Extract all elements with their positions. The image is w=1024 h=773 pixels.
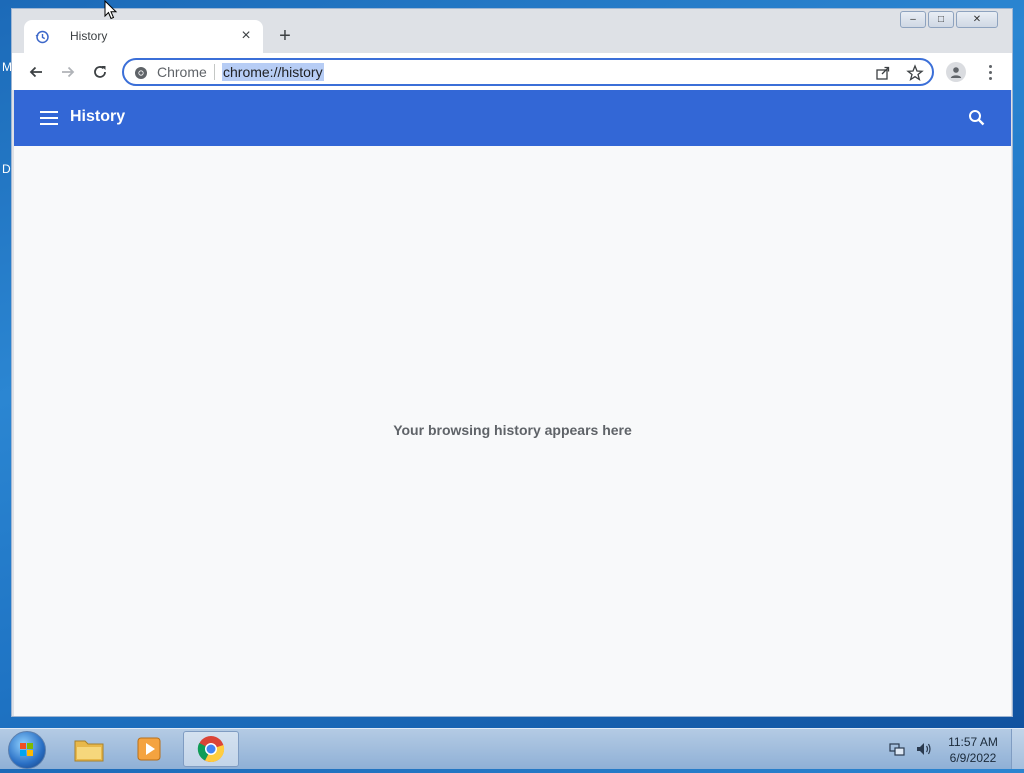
chrome-icon [197, 736, 225, 763]
search-icon[interactable] [967, 108, 987, 128]
tab-close-icon[interactable]: × [237, 27, 255, 45]
bookmark-star-icon[interactable] [906, 64, 924, 82]
forward-button[interactable] [56, 60, 80, 84]
browser-toolbar: Chrome chrome://history [12, 53, 1012, 90]
url-text[interactable]: chrome://history [222, 63, 324, 81]
tab-title: History [70, 29, 108, 43]
new-tab-button[interactable]: + [274, 26, 296, 48]
dot-icon [988, 70, 992, 74]
show-desktop-button[interactable] [1011, 729, 1024, 769]
address-bar[interactable]: Chrome chrome://history [122, 58, 934, 86]
network-icon[interactable] [889, 741, 905, 757]
system-tray [889, 741, 933, 757]
reload-icon [94, 66, 106, 78]
reload-button[interactable] [88, 60, 112, 84]
back-button[interactable] [24, 60, 48, 84]
windows-explorer-icon [74, 740, 104, 762]
desktop-icon-label-d: D [2, 162, 11, 176]
history-page: History Your browsing history appears he… [14, 90, 1011, 716]
taskbar-explorer-button[interactable] [61, 731, 117, 767]
maximize-button[interactable]: □ [928, 11, 954, 28]
chrome-site-icon [135, 67, 147, 79]
taskbar-clock[interactable]: 11:57 AM 6/9/2022 [940, 734, 1006, 766]
omnibox-divider [214, 64, 215, 80]
close-window-button[interactable]: ✕ [956, 11, 998, 28]
browser-window: History × + – □ ✕ Chrome chrome://histor… [11, 8, 1013, 717]
clock-date: 6/9/2022 [949, 751, 997, 765]
mouse-cursor-icon [104, 0, 118, 20]
minimize-button[interactable]: – [900, 11, 926, 28]
person-icon [950, 67, 962, 78]
start-button[interactable] [8, 731, 46, 769]
taskbar-chrome-button[interactable] [183, 731, 239, 767]
menu-icon[interactable] [40, 111, 58, 125]
share-icon[interactable] [874, 64, 892, 82]
more-menu-button[interactable] [980, 62, 1000, 82]
taskbar: 11:57 AM 6/9/2022 [0, 728, 1024, 769]
taskbar-media-player-button[interactable] [121, 731, 177, 767]
back-arrow-icon [29, 66, 42, 78]
tab-strip: History × + – □ ✕ [12, 9, 1012, 53]
empty-history-message: Your browsing history appears here [393, 422, 632, 438]
history-icon [35, 30, 49, 44]
history-toolbar: History [14, 90, 1011, 146]
volume-icon[interactable] [915, 741, 933, 757]
dot-icon [988, 64, 992, 68]
window-controls: – □ ✕ [900, 11, 998, 28]
page-title: History [70, 108, 126, 125]
tab-history[interactable]: History × [24, 20, 263, 53]
clock-time: 11:57 AM [948, 735, 998, 749]
dot-icon [988, 76, 992, 80]
media-player-icon [137, 737, 161, 761]
windows-logo-icon [20, 743, 33, 756]
profile-avatar-button[interactable] [946, 62, 966, 82]
site-chip-label: Chrome [157, 64, 207, 80]
forward-arrow-icon [62, 66, 75, 78]
